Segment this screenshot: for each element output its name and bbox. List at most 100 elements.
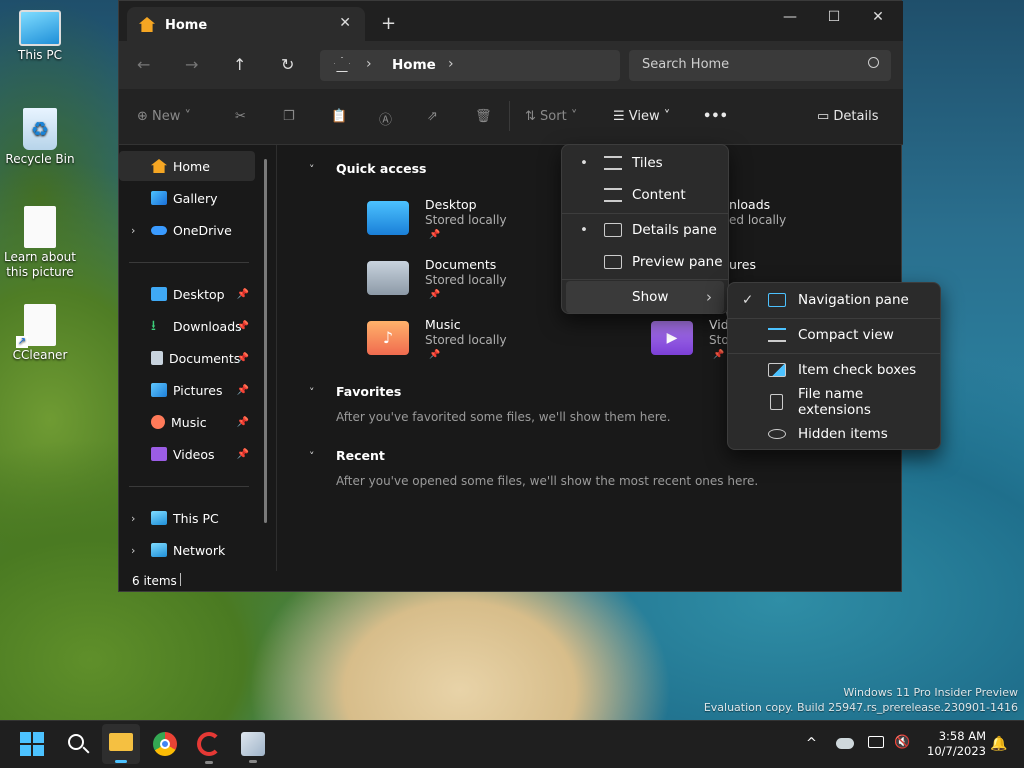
menu-item-details-pane[interactable]: • Details pane (562, 214, 728, 246)
sidebar-item-desktop[interactable]: Desktop 📌 (119, 279, 259, 309)
sidebar-item-pictures[interactable]: Pictures 📌 (119, 375, 259, 405)
document-icon (24, 206, 56, 248)
desktop-icon-this-pc[interactable]: This PC (0, 10, 80, 62)
sidebar-item-documents[interactable]: Documents 📌 (119, 343, 259, 373)
collapse-chevron-icon[interactable]: ˅ (309, 386, 315, 399)
address-path[interactable]: › Home › (320, 50, 620, 81)
sidebar-item-label: Network (173, 542, 226, 558)
tab-title: Home (165, 17, 208, 33)
delete-icon[interactable]: 🗑 (475, 109, 492, 124)
desktop-icon-ccleaner[interactable]: ↗ CCleaner (0, 304, 80, 362)
expand-chevron-icon[interactable]: › (131, 512, 135, 525)
pane-divider[interactable] (276, 145, 277, 571)
running-indicator (205, 761, 213, 764)
sort-button[interactable]: ⇅ Sort ˅ (525, 109, 577, 124)
details-button[interactable]: ▭ Details (817, 109, 879, 124)
content-icon (604, 188, 622, 202)
menu-item-content[interactable]: Content (562, 179, 728, 211)
cut-icon[interactable]: ✂ (235, 109, 246, 124)
collapse-chevron-icon[interactable]: ˅ (309, 450, 315, 463)
close-tab-icon[interactable]: ✕ (339, 15, 351, 31)
search-icon (868, 57, 879, 68)
close-window-button[interactable]: ✕ (863, 9, 893, 25)
search-icon-handle (82, 746, 90, 754)
pin-icon: 📌 (236, 416, 249, 428)
quick-access-pictures[interactable]: ures (729, 257, 756, 272)
clock-date[interactable]: 10/7/2023 (920, 744, 986, 758)
collapse-chevron-icon[interactable]: ˅ (309, 163, 315, 176)
sidebar-item-label: This PC (173, 510, 219, 526)
rename-icon[interactable]: Ⓐ (379, 109, 392, 128)
file-explorer-taskbar-button[interactable] (102, 724, 140, 764)
menu-item-compact-view[interactable]: Compact view (728, 319, 940, 351)
preview-pane-icon (604, 255, 622, 269)
sidebar-item-onedrive[interactable]: › OneDrive (119, 215, 259, 245)
search-input[interactable]: Search Home (629, 50, 891, 81)
search-taskbar-button[interactable] (66, 732, 90, 756)
share-icon[interactable]: ⇗ (427, 109, 438, 124)
menu-item-label: Compact view (798, 327, 894, 343)
menu-item-preview-pane[interactable]: Preview pane (562, 246, 728, 278)
expand-chevron-icon[interactable]: › (131, 544, 135, 557)
menu-item-navigation-pane[interactable]: ✓ Navigation pane (728, 284, 940, 316)
breadcrumb-chevron-icon[interactable]: › (448, 56, 454, 72)
sidebar-scrollbar[interactable] (264, 159, 267, 523)
favorites-heading[interactable]: Favorites (336, 384, 401, 399)
quick-access-heading[interactable]: Quick access (336, 161, 427, 176)
sidebar-item-label: Videos (173, 446, 215, 462)
quick-access-documents[interactable]: Documents (425, 257, 496, 272)
network-tray-icon[interactable] (868, 736, 884, 748)
sidebar-item-downloads[interactable]: ⭳ Downloads 📌 (119, 311, 259, 341)
app-taskbar-button[interactable] (241, 732, 265, 763)
volume-muted-icon[interactable]: 🔇 (894, 735, 910, 750)
quick-access-downloads[interactable]: nloads (729, 197, 770, 212)
chrome-taskbar-button[interactable] (153, 732, 177, 756)
menu-item-label: Tiles (632, 155, 663, 171)
show-submenu: ✓ Navigation pane Compact view Item chec… (727, 282, 941, 450)
onedrive-tray-icon[interactable] (836, 738, 854, 749)
new-tab-button[interactable]: + (381, 13, 396, 34)
clock-time[interactable]: 3:58 AM (920, 729, 986, 743)
menu-separator (562, 279, 728, 280)
menu-item-hidden-items[interactable]: Hidden items (728, 418, 940, 450)
tray-overflow-chevron-icon[interactable]: ^ (806, 736, 817, 751)
windows-logo-icon (20, 732, 31, 743)
back-icon[interactable]: ← (137, 55, 150, 74)
notification-bell-icon[interactable]: 🔔 (990, 736, 1007, 752)
quick-access-music[interactable]: Music (425, 317, 461, 332)
desktop-icon-recycle-bin[interactable]: ♻ Recycle Bin (0, 108, 80, 166)
menu-item-tiles[interactable]: • Tiles (562, 147, 728, 179)
sidebar-item-videos[interactable]: Videos 📌 (119, 439, 259, 469)
new-button[interactable]: ⊕ New ˅ (137, 109, 191, 124)
ccleaner-taskbar-button[interactable] (197, 732, 221, 764)
menu-item-file-name-extensions[interactable]: File name extensions (728, 386, 940, 418)
home-outline-icon (334, 57, 350, 72)
paste-icon[interactable]: 📋 (331, 109, 347, 124)
desktop-icon-learn-about-picture[interactable]: Learn about this picture (0, 206, 80, 280)
more-options-button[interactable]: ••• (703, 109, 728, 124)
tab-home[interactable]: Home ✕ (127, 7, 365, 43)
checkmark-icon: ✓ (742, 292, 754, 308)
breadcrumb-home[interactable]: Home (392, 57, 436, 73)
sidebar-item-network[interactable]: › Network (119, 535, 259, 565)
refresh-icon[interactable]: ↻ (281, 55, 294, 74)
running-indicator (249, 760, 257, 763)
menu-item-item-check-boxes[interactable]: Item check boxes (728, 354, 940, 386)
menu-item-label: Content (632, 187, 686, 203)
sidebar-item-gallery[interactable]: Gallery (119, 183, 259, 213)
view-button[interactable]: ☰ View ˅ (613, 109, 670, 124)
forward-icon[interactable]: → (185, 55, 198, 74)
sidebar-item-this-pc[interactable]: › This PC (119, 503, 259, 533)
copy-icon[interactable]: ❐ (283, 109, 295, 124)
recent-heading[interactable]: Recent (336, 448, 385, 463)
expand-chevron-icon[interactable]: › (131, 224, 135, 237)
up-icon[interactable]: ↑ (233, 55, 246, 74)
sidebar-item-music[interactable]: Music 📌 (119, 407, 259, 437)
minimize-button[interactable]: — (775, 9, 805, 25)
quick-access-desktop[interactable]: Desktop (425, 197, 477, 212)
maximize-button[interactable]: ☐ (819, 9, 849, 25)
start-button[interactable] (20, 732, 44, 756)
videos-folder-icon: ▶ (651, 321, 693, 355)
menu-item-show[interactable]: Show › (566, 281, 724, 313)
sidebar-item-home[interactable]: Home (119, 151, 255, 181)
